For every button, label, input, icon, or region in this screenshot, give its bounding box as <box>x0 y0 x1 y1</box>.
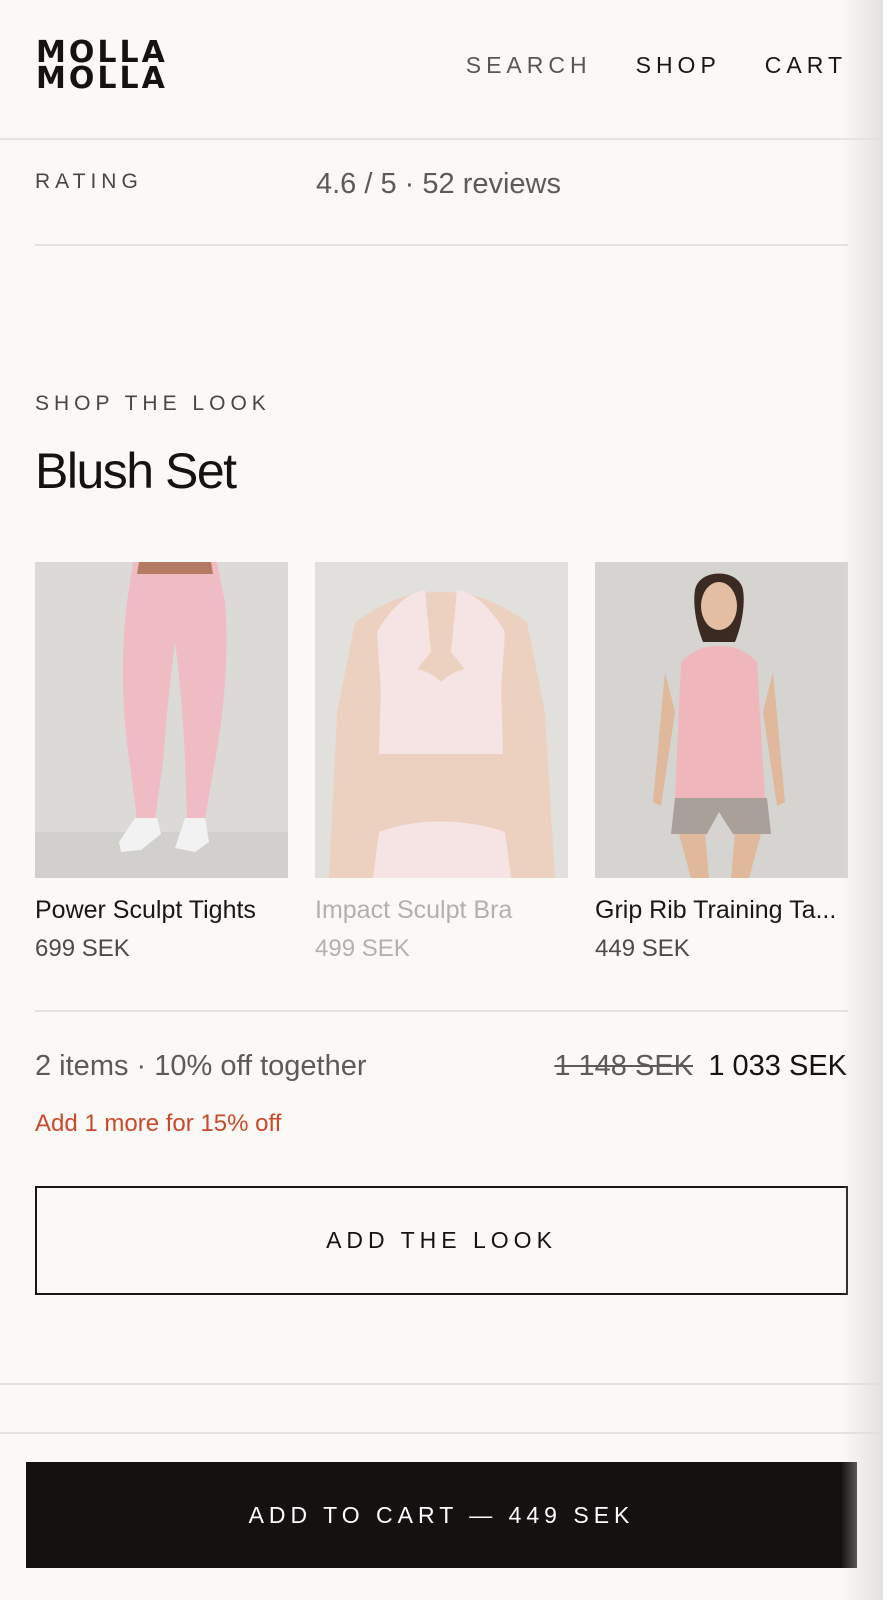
product-image-tights <box>35 562 288 878</box>
product-image-tank <box>595 562 848 878</box>
divider <box>0 1383 883 1385</box>
look-title: Blush Set <box>35 443 237 499</box>
rating-label: RATING <box>35 170 143 193</box>
product-card-tank[interactable]: Grip Rib Training Ta... 449 SEK <box>595 562 848 963</box>
rating-value[interactable]: 4.6 / 5 · 52 reviews <box>316 168 561 201</box>
product-name: Grip Rib Training Ta... <box>595 896 837 924</box>
rating-row: RATING 4.6 / 5 · 52 reviews <box>35 168 848 246</box>
bundle-price: 1 033 SEK <box>708 1050 847 1082</box>
upsell-message: Add 1 more for 15% off <box>35 1110 282 1137</box>
top-nav: SEARCH SHOP CART <box>422 52 847 79</box>
add-the-look-button[interactable]: ADD THE LOOK <box>35 1186 848 1295</box>
product-card-bra[interactable]: Impact Sculpt Bra 499 SEK <box>315 562 568 963</box>
nav-shop[interactable]: SHOP <box>636 52 721 79</box>
section-eyebrow: SHOP THE LOOK <box>35 392 271 415</box>
product-price: 699 SEK <box>35 935 130 962</box>
product-card-tights[interactable]: Power Sculpt Tights 699 SEK <box>35 562 288 963</box>
add-to-cart-button[interactable]: ADD TO CART — 449 SEK <box>26 1462 857 1568</box>
product-price: 499 SEK <box>315 935 410 962</box>
sticky-cart-bar: ADD TO CART — 449 SEK <box>0 1432 883 1600</box>
nav-search[interactable]: SEARCH <box>466 52 592 79</box>
nav-cart[interactable]: CART <box>765 52 847 79</box>
product-name: Power Sculpt Tights <box>35 896 256 924</box>
bundle-summary: 2 items · 10% off together <box>35 1050 367 1082</box>
site-header: MOLLA MOLLA SEARCH SHOP CART <box>0 0 883 140</box>
divider <box>35 1010 848 1012</box>
original-price: 1 148 SEK <box>554 1050 693 1082</box>
product-price: 449 SEK <box>595 935 690 962</box>
product-image-bra <box>315 562 568 878</box>
brand-logo[interactable]: MOLLA MOLLA <box>36 38 168 94</box>
product-name: Impact Sculpt Bra <box>315 896 513 924</box>
